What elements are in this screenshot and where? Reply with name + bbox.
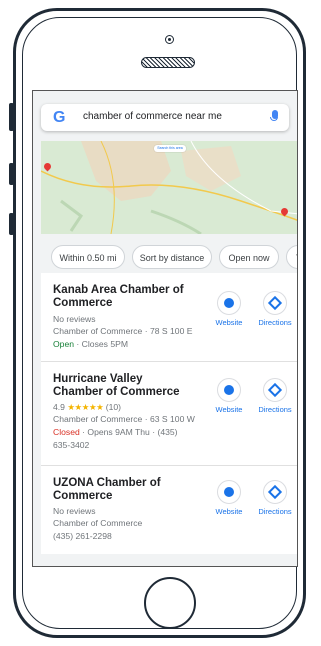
result-reviews: No reviews	[53, 506, 96, 516]
search-input[interactable]: chamber of commerce near me	[83, 111, 222, 122]
directions-label: Directions	[258, 507, 292, 516]
result-hours: Open · Closes 5PM	[53, 339, 128, 349]
result-title[interactable]: Hurricane Valley Chamber of Commerce	[53, 373, 193, 399]
microphone-icon[interactable]	[270, 110, 278, 121]
website-label: Website	[215, 405, 243, 414]
volume-button	[9, 103, 14, 131]
directions-icon	[267, 484, 283, 500]
map[interactable]: Search this area	[41, 141, 297, 234]
directions-icon	[267, 295, 283, 311]
chip-sort-by-distance[interactable]: Sort by distance	[132, 245, 212, 269]
hours-text: · Closes 5PM	[76, 339, 128, 349]
search-area-button[interactable]: Search this area	[154, 145, 186, 152]
map-graphic	[41, 141, 297, 234]
camera-icon	[165, 35, 174, 44]
screen: G chamber of commerce near me Search thi…	[32, 90, 298, 567]
result-hours: Closed · Opens 9AM Thu · (435)	[53, 427, 178, 437]
website-button[interactable]: Website	[209, 378, 249, 414]
globe-icon	[224, 298, 234, 308]
result-reviews: No reviews	[53, 314, 96, 324]
directions-label: Directions	[258, 318, 292, 327]
rating-value: 4.9	[53, 402, 65, 412]
star-rating-icon: ★★★★★	[67, 402, 104, 412]
result-category: Chamber of Commerce · 78 S 100 E	[53, 326, 193, 336]
chip-open-now[interactable]: Open now	[219, 245, 279, 269]
result-category: Chamber of Commerce	[53, 518, 143, 528]
result-card[interactable]: UZONA Chamber of Commerce No reviews Cha…	[41, 466, 297, 554]
result-phone[interactable]: 635-3402	[53, 440, 89, 450]
search-bar[interactable]: G chamber of commerce near me	[41, 104, 289, 131]
website-label: Website	[215, 507, 243, 516]
website-label: Website	[215, 318, 243, 327]
directions-icon	[267, 382, 283, 398]
directions-button[interactable]: Directions	[255, 291, 295, 327]
review-count: (10)	[105, 402, 122, 412]
hours-text: · Opens 9AM Thu · (435)	[82, 427, 178, 437]
directions-button[interactable]: Directions	[255, 480, 295, 516]
globe-icon	[224, 487, 234, 497]
google-logo: G	[53, 109, 66, 126]
result-title[interactable]: UZONA Chamber of Commerce	[53, 477, 193, 503]
globe-icon	[224, 385, 234, 395]
directions-label: Directions	[258, 405, 292, 414]
volume-button	[9, 163, 14, 185]
filter-chips: Within 0.50 mi Sort by distance Open now…	[33, 245, 297, 271]
result-phone[interactable]: (435) 261-2298	[53, 531, 112, 541]
speaker-grille	[141, 57, 195, 68]
website-button[interactable]: Website	[209, 480, 249, 516]
result-category: Chamber of Commerce · 63 S 100 W	[53, 414, 195, 424]
status-closed: Closed	[53, 427, 80, 437]
result-card[interactable]: Hurricane Valley Chamber of Commerce 4.9…	[41, 362, 297, 466]
result-rating: 4.9 ★★★★★ (10)	[53, 402, 121, 413]
volume-button	[9, 213, 14, 235]
result-title[interactable]: Kanab Area Chamber of Commerce	[53, 284, 193, 310]
home-button[interactable]	[144, 577, 196, 629]
status-open: Open	[53, 339, 75, 349]
result-card[interactable]: Kanab Area Chamber of Commerce No review…	[41, 273, 297, 362]
directions-button[interactable]: Directions	[255, 378, 295, 414]
website-button[interactable]: Website	[209, 291, 249, 327]
chip-top[interactable]: Top	[286, 245, 297, 269]
chip-within-distance[interactable]: Within 0.50 mi	[51, 245, 125, 269]
